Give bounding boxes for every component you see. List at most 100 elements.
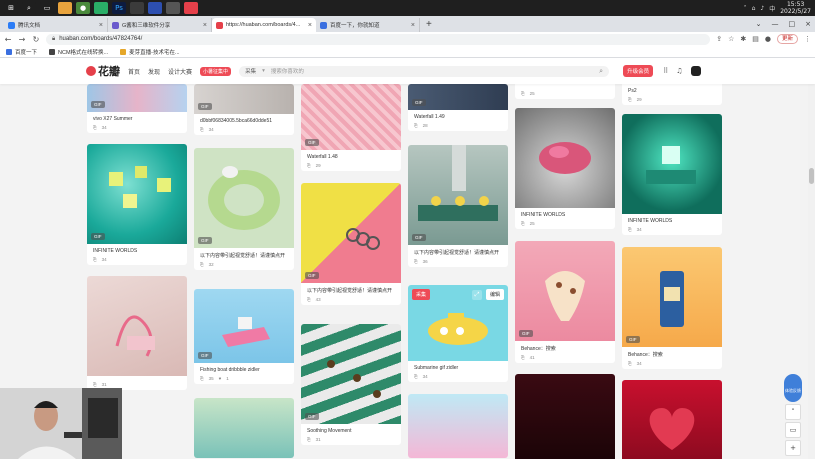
pin-card[interactable]: GIF vivo X27 Summer ⎘ 34 bbox=[87, 84, 187, 133]
input-language[interactable]: 中 bbox=[769, 4, 775, 13]
tab-tencent-docs[interactable]: 腾讯文档 × bbox=[4, 18, 108, 32]
pin-image[interactable]: GIF bbox=[515, 241, 615, 341]
pin-image[interactable]: GIF bbox=[87, 84, 187, 112]
pin-image[interactable]: GIF bbox=[622, 247, 722, 347]
back-to-top-button[interactable]: ˄ bbox=[785, 404, 801, 420]
pin-image[interactable]: GIF bbox=[301, 84, 401, 150]
pin-card[interactable]: GIF 以下内容带引起视觉舒适！请谨慎点开 ⎘ 32 bbox=[194, 148, 294, 270]
pin-image[interactable]: GIF bbox=[87, 144, 187, 244]
profile-icon[interactable]: ● bbox=[765, 35, 771, 43]
app-gray-icon[interactable] bbox=[166, 2, 180, 14]
pin-card[interactable]: ⎘ 31 bbox=[87, 276, 187, 390]
collect-button[interactable]: 采集 bbox=[412, 289, 431, 300]
pin-card[interactable] bbox=[194, 398, 294, 458]
network-icon[interactable]: ⌂ bbox=[752, 5, 756, 12]
pin-card[interactable]: GIF INFINITE WORLDS ⎘ 34 bbox=[87, 144, 187, 265]
pin-card[interactable]: GIF Soothing Movement ⎘ 31 bbox=[301, 324, 401, 445]
huaban-logo[interactable]: 花瓣 bbox=[86, 63, 120, 79]
grid-icon[interactable]: ⠿ bbox=[663, 67, 668, 75]
nav-contest[interactable]: 设计大赛 bbox=[168, 67, 192, 76]
windows-start-icon[interactable]: ⊞ bbox=[4, 2, 18, 14]
close-icon[interactable]: × bbox=[411, 22, 415, 29]
reload-icon[interactable]: ↻ bbox=[32, 35, 40, 44]
pin-card[interactable] bbox=[515, 374, 615, 459]
reading-list-icon[interactable]: ▤ bbox=[752, 35, 759, 43]
url-input[interactable]: 🔒︎ huaban.com/boards/47824764/ bbox=[46, 33, 711, 45]
pin-image[interactable]: GIF bbox=[194, 289, 294, 363]
upgrade-button[interactable]: 升级会员 bbox=[623, 65, 654, 77]
pin-card[interactable]: GIF Waterfall 1.49 ⎘ 28 bbox=[408, 84, 508, 131]
pin-image[interactable] bbox=[622, 380, 722, 459]
close-icon[interactable]: × bbox=[99, 22, 103, 29]
pin-card[interactable]: GIF Behance：搜索 ⎘ 41 bbox=[515, 241, 615, 363]
new-tab-button[interactable]: + bbox=[420, 18, 438, 32]
pin-image[interactable] bbox=[622, 114, 722, 214]
menu-icon[interactable]: ⋮ bbox=[804, 35, 811, 43]
pin-card[interactable] bbox=[622, 380, 722, 459]
pin-card[interactable]: GIF Waterfall 1.48 ⎘ 29 bbox=[301, 84, 401, 171]
comment-button[interactable]: ▭ bbox=[785, 422, 801, 438]
nav-badge[interactable]: 小暑征集中 bbox=[200, 66, 232, 76]
avatar[interactable] bbox=[690, 66, 701, 76]
update-button[interactable]: 更新 bbox=[776, 34, 798, 44]
pin-card[interactable]: GIF Fishing boat dribbble zidler ⎘ 35 ♥ 1 bbox=[194, 289, 294, 384]
pin-image[interactable]: GIF bbox=[194, 84, 294, 114]
task-view-icon[interactable]: ▭ bbox=[40, 2, 54, 14]
app-icon[interactable] bbox=[130, 2, 144, 14]
maximize-icon[interactable]: □ bbox=[789, 20, 796, 28]
pin-card[interactable]: GIF 以下内容带引起视觉舒适！请谨慎点开 ⎘ 36 bbox=[408, 145, 508, 267]
photoshop-icon[interactable]: Ps bbox=[112, 2, 126, 14]
pin-image[interactable] bbox=[515, 374, 615, 459]
bookmark-baidu[interactable]: 百度一下 bbox=[6, 48, 37, 56]
search-type-select[interactable]: 采集 bbox=[245, 67, 256, 75]
close-window-icon[interactable]: × bbox=[805, 20, 811, 28]
bell-icon[interactable]: ♫ bbox=[676, 67, 682, 75]
pin-image[interactable]: GIF bbox=[301, 324, 401, 424]
pin-card[interactable]: GIF Behance：搜索 ⎘ 34 bbox=[622, 247, 722, 369]
share-icon[interactable]: ⇪ bbox=[716, 35, 722, 43]
close-icon[interactable]: × bbox=[308, 22, 312, 29]
tab-g-share[interactable]: G酱和三维软件分享 × bbox=[108, 18, 212, 32]
bookmark-ncm[interactable]: NCM格式在线转换... bbox=[49, 48, 108, 56]
minimize-icon[interactable]: — bbox=[772, 20, 779, 28]
app-blue-icon[interactable] bbox=[148, 2, 162, 14]
pin-image[interactable] bbox=[87, 276, 187, 376]
forward-icon[interactable]: → bbox=[18, 35, 26, 44]
nav-home[interactable]: 首页 bbox=[128, 67, 140, 76]
volume-icon[interactable]: ♪ bbox=[760, 5, 764, 12]
bookmark-icon[interactable]: ☆ bbox=[728, 35, 734, 43]
clock[interactable]: 15:53 2022/5/27 bbox=[780, 1, 811, 15]
pin-image[interactable] bbox=[194, 398, 294, 458]
tab-search-icon[interactable]: ⌄ bbox=[756, 20, 762, 28]
app-red-icon[interactable] bbox=[184, 2, 198, 14]
pin-image[interactable]: GIF bbox=[194, 148, 294, 248]
chrome-icon[interactable]: ● bbox=[76, 2, 90, 14]
scrollbar-thumb[interactable] bbox=[809, 168, 814, 184]
extensions-icon[interactable]: ✱ bbox=[740, 35, 746, 43]
wechat-icon[interactable] bbox=[94, 2, 108, 14]
pin-card[interactable]: INFINITE WORLDS ⎘ 25 bbox=[515, 108, 615, 229]
pin-card[interactable]: GIF d0bbf06834005.5bca66d0dde51 ⎘ 34 bbox=[194, 84, 294, 135]
more-button[interactable]: + bbox=[785, 440, 801, 456]
tab-huaban[interactable]: https://huaban.com/boards/4... × bbox=[212, 18, 316, 32]
expand-icon[interactable]: ⤢ bbox=[471, 289, 482, 300]
pin-image[interactable] bbox=[408, 394, 508, 458]
search-icon[interactable]: ⌕ bbox=[22, 2, 36, 14]
pin-image[interactable] bbox=[515, 108, 615, 208]
page-scrollbar[interactable] bbox=[808, 58, 815, 459]
search-icon[interactable]: ⌕ bbox=[599, 67, 603, 76]
close-icon[interactable]: × bbox=[203, 22, 207, 29]
nav-discover[interactable]: 发现 bbox=[148, 67, 160, 76]
search-input[interactable]: 采集 ▾ 搜索你喜欢的 ⌕ bbox=[239, 65, 610, 77]
pin-image[interactable]: GIF bbox=[301, 183, 401, 283]
pin-card[interactable] bbox=[408, 394, 508, 458]
bookmark-maiya[interactable]: 麦芽直播-技术宅在... bbox=[120, 48, 180, 56]
edit-button[interactable]: 编辑 bbox=[485, 289, 504, 300]
pin-image[interactable]: GIF bbox=[408, 145, 508, 245]
tab-baidu[interactable]: 百度一下，你就知道 × bbox=[316, 18, 420, 32]
pin-image[interactable]: 采集 ⤢ 编辑 bbox=[408, 285, 508, 361]
pin-card[interactable]: GIF 以下内容带引起视觉舒适！请谨慎点开 ⎘ 43 bbox=[301, 183, 401, 305]
chevron-up-icon[interactable]: ˄ bbox=[744, 5, 747, 12]
back-icon[interactable]: ← bbox=[4, 35, 12, 44]
pin-card-hovered[interactable]: 采集 ⤢ 编辑 Submarine gif zidler ⎘ 34 bbox=[408, 285, 508, 382]
